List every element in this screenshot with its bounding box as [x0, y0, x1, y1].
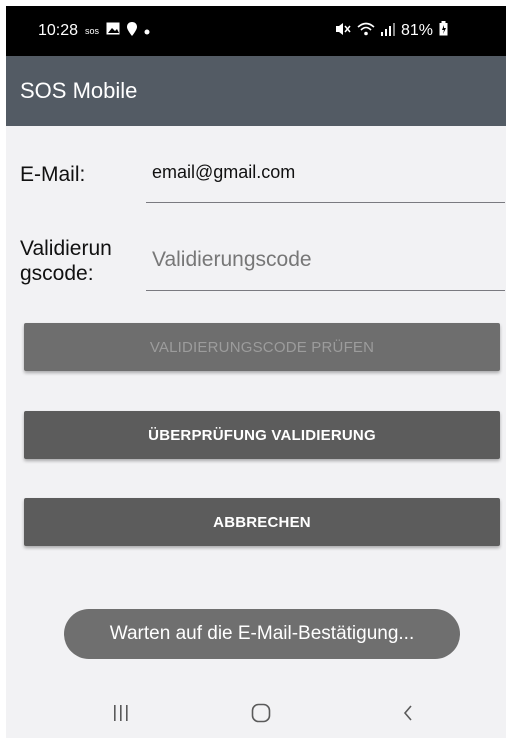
check-validation-button[interactable]: ÜBERPRÜFUNG VALIDIERUNG: [24, 411, 500, 459]
validation-code-placeholder: Validierungscode: [152, 248, 312, 271]
battery-icon: [439, 21, 448, 41]
validation-code-label-line1: Validierun: [20, 237, 112, 260]
location-pin-icon: [127, 21, 138, 41]
cancel-button[interactable]: ABBRECHEN: [24, 498, 500, 546]
validation-code-label: Validierun gscode:: [20, 236, 112, 286]
validation-code-input[interactable]: Validierungscode: [146, 240, 505, 291]
status-bar: 10:28 sos 81%: [6, 6, 506, 56]
email-label: E-Mail:: [20, 163, 86, 186]
email-value: email@gmail.com: [152, 162, 296, 182]
verify-code-button[interactable]: VALIDIERUNGSCODE PRÜFEN: [24, 323, 500, 371]
app-title: SOS Mobile: [20, 78, 138, 103]
email-field[interactable]: email@gmail.com: [146, 160, 505, 203]
sos-icon: sos: [85, 25, 100, 36]
gallery-icon: [106, 22, 120, 40]
mute-icon: [335, 22, 351, 41]
toast-message: Warten auf die E-Mail-Bestätigung...: [64, 609, 460, 659]
app-bar: SOS Mobile: [6, 56, 506, 126]
wifi-icon: [357, 22, 375, 41]
back-icon[interactable]: [393, 698, 423, 728]
validation-code-label-line2: gscode:: [20, 262, 94, 285]
dot-icon: [144, 22, 150, 40]
navigation-bar: [6, 686, 506, 738]
signal-icon: [380, 22, 395, 41]
battery-percent: 81%: [400, 22, 433, 39]
recent-apps-icon[interactable]: [106, 698, 136, 728]
content-area: E-Mail: email@gmail.com Validierun gscod…: [6, 126, 506, 686]
clock: 10:28: [38, 22, 79, 39]
home-icon[interactable]: [246, 698, 276, 728]
